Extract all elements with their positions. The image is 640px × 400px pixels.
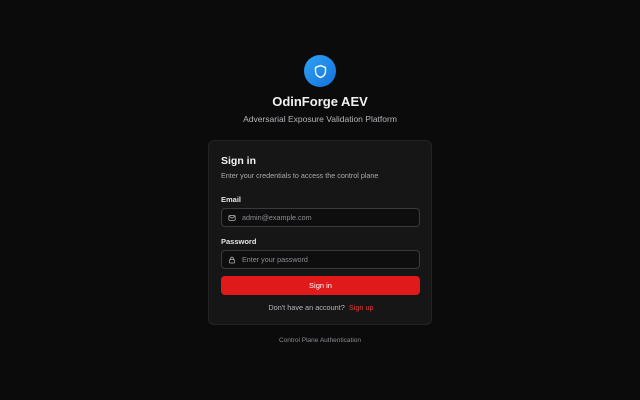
password-field-wrapper[interactable] <box>221 250 420 269</box>
footer-text: Control Plane Authentication <box>278 337 362 344</box>
sign-in-button[interactable]: Sign in <box>221 276 420 295</box>
password-input[interactable] <box>242 255 419 264</box>
mail-icon <box>228 214 236 221</box>
email-input[interactable] <box>242 213 419 222</box>
email-label: Email <box>221 195 242 204</box>
card-description: Enter your credentials to access the con… <box>221 171 379 180</box>
password-label: Password <box>221 237 257 246</box>
logo-badge <box>304 55 336 87</box>
login-page: OdinForge AEV Adversarial Exposure Valid… <box>0 0 640 400</box>
signup-prompt: Don't have an account? <box>268 303 345 312</box>
app-title: OdinForge AEV <box>272 94 368 109</box>
signup-row: Don't have an account? Sign up <box>209 303 433 312</box>
email-field-wrapper[interactable] <box>221 208 420 227</box>
app-subtitle: Adversarial Exposure Validation Platform <box>243 114 397 124</box>
card-title: Sign in <box>221 155 256 167</box>
shield-icon <box>314 64 326 78</box>
lock-icon <box>229 256 235 263</box>
sign-up-link[interactable]: Sign up <box>349 303 374 312</box>
sign-in-card: Sign in Enter your credentials to access… <box>208 140 432 325</box>
